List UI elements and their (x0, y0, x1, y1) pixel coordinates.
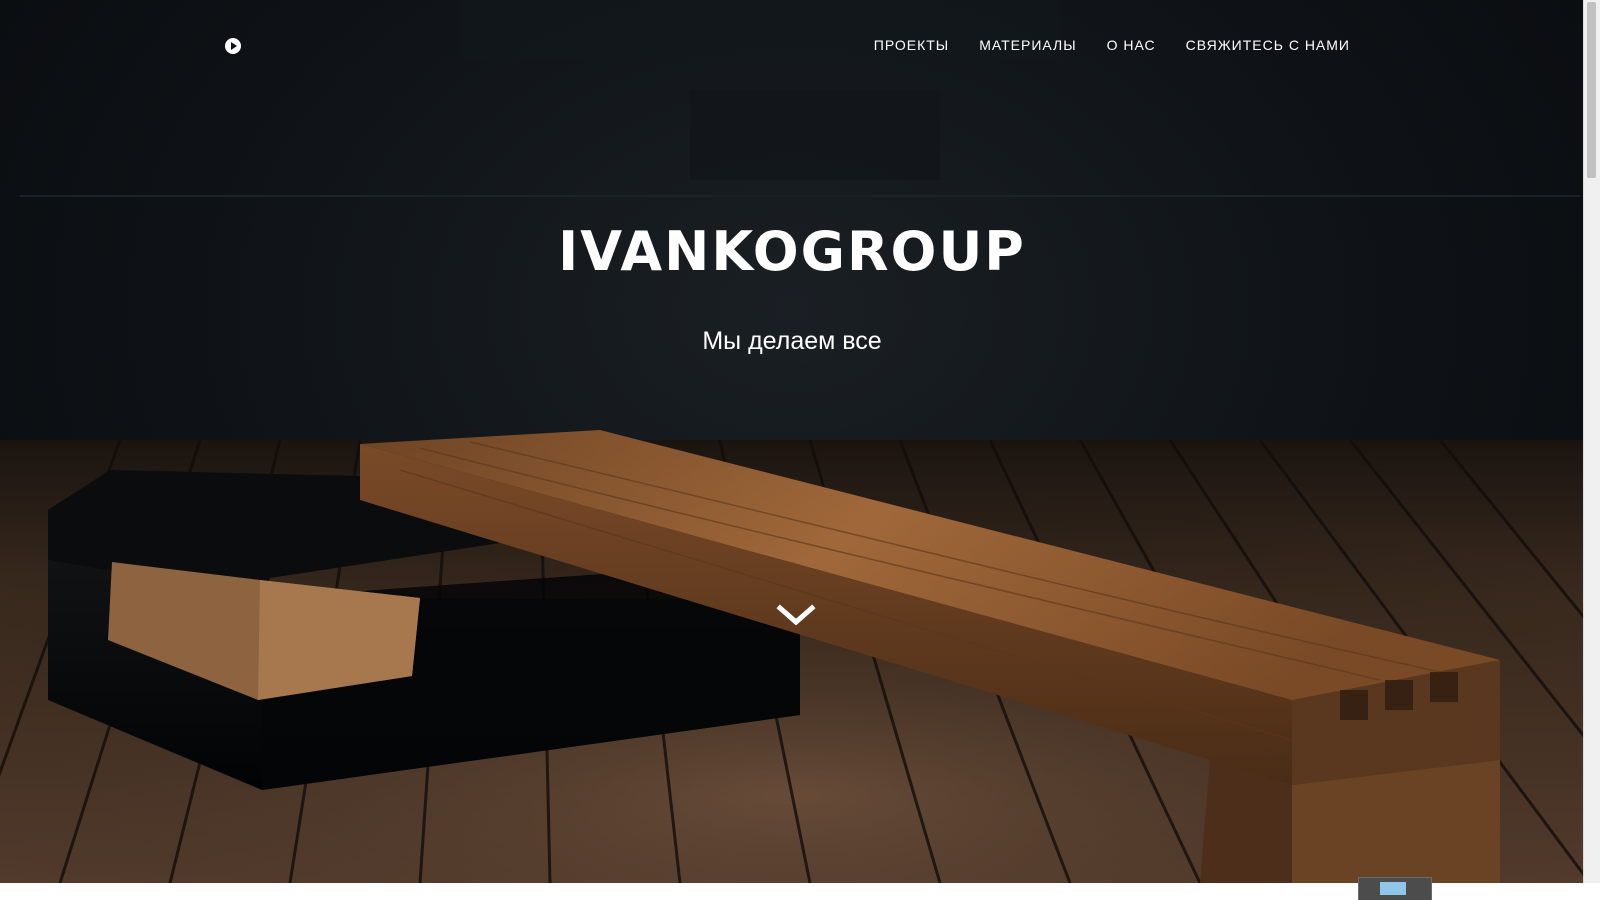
nav-link-about[interactable]: О НАС (1107, 37, 1156, 53)
nav-link-materials[interactable]: МАТЕРИАЛЫ (979, 37, 1076, 53)
hero-tagline: Мы делаем все (702, 327, 882, 355)
play-circle-icon[interactable] (225, 38, 241, 54)
nav-link-projects[interactable]: ПРОЕКТЫ (874, 37, 949, 53)
monitor-graph (1380, 882, 1406, 895)
chevron-down-icon[interactable] (776, 602, 816, 632)
browser-viewport: ПРОЕКТЫ МАТЕРИАЛЫ О НАС СВЯЖИТЕСЬ С НАМИ… (0, 0, 1600, 900)
top-navbar: ПРОЕКТЫ МАТЕРИАЛЫ О НАС СВЯЖИТЕСЬ С НАМИ (0, 0, 1584, 90)
bench-illustration (48, 430, 1500, 883)
hero-section: ПРОЕКТЫ МАТЕРИАЛЫ О НАС СВЯЖИТЕСЬ С НАМИ… (0, 0, 1584, 883)
system-monitor-widget (1358, 877, 1432, 900)
nav-menu: ПРОЕКТЫ МАТЕРИАЛЫ О НАС СВЯЖИТЕСЬ С НАМИ (874, 37, 1350, 53)
nav-link-contact[interactable]: СВЯЖИТЕСЬ С НАМИ (1186, 37, 1350, 53)
play-triangle (231, 42, 237, 50)
page-scrollbar[interactable] (1583, 0, 1600, 883)
scrollbar-thumb[interactable] (1587, 2, 1596, 178)
brand-title: IVANKOGROUP (558, 220, 1026, 283)
